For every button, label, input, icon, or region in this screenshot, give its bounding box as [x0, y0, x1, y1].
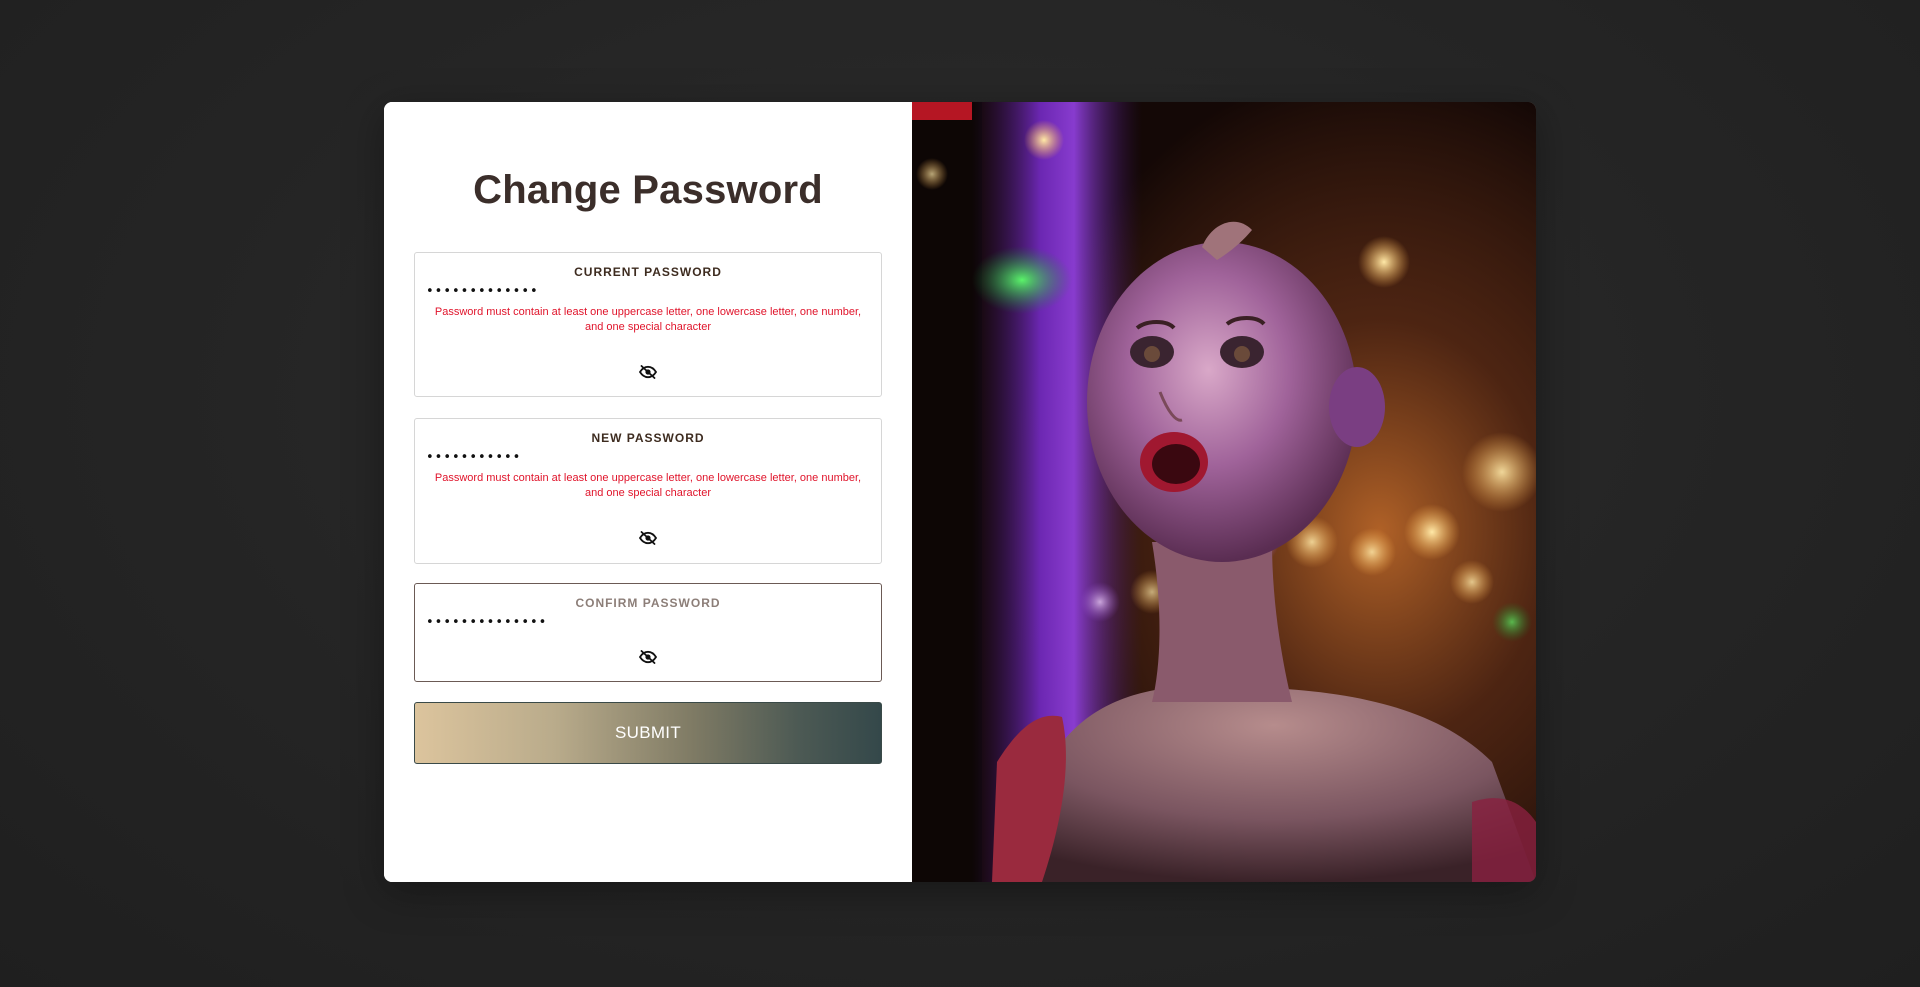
change-password-card: Change Password CURRENT PASSWORD Passwor… [384, 102, 1536, 882]
new-password-label: NEW PASSWORD [591, 431, 705, 445]
new-password-error: Password must contain at least one upper… [434, 472, 862, 499]
eye-off-icon[interactable] [638, 650, 658, 664]
current-password-field: CURRENT PASSWORD Password must contain a… [414, 252, 882, 397]
confirm-password-field: CONFIRM PASSWORD [414, 583, 882, 682]
new-password-field: NEW PASSWORD Password must contain at le… [414, 418, 882, 564]
page-title: Change Password [473, 168, 823, 212]
mannequin-photo-illustration [912, 102, 1536, 882]
eye-off-icon[interactable] [638, 365, 658, 379]
current-password-error: Password must contain at least one upper… [434, 306, 862, 333]
form-panel: Change Password CURRENT PASSWORD Passwor… [384, 102, 912, 882]
current-password-label: CURRENT PASSWORD [574, 265, 722, 279]
new-password-input[interactable] [426, 449, 870, 467]
submit-button[interactable]: SUBMIT [414, 702, 882, 764]
current-password-input[interactable] [426, 283, 870, 301]
confirm-password-label: CONFIRM PASSWORD [575, 596, 721, 610]
mannequin-photo [912, 102, 1536, 882]
eye-off-icon[interactable] [638, 531, 658, 545]
confirm-password-input[interactable] [426, 614, 870, 632]
